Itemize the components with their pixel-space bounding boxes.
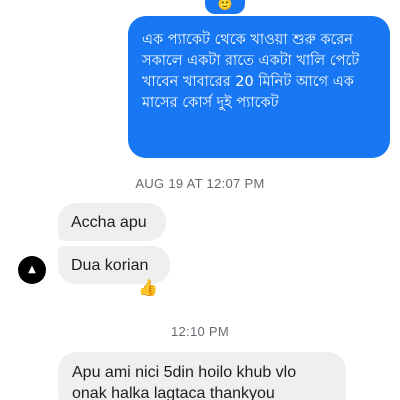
timestamp-divider: AUG 19 AT 12:07 PM [135, 176, 265, 191]
incoming-message-text: Dua korian [71, 257, 149, 274]
incoming-message-bubble[interactable]: Accha apu [58, 203, 166, 241]
smiley-icon: 🙂 [217, 0, 233, 11]
contact-avatar[interactable]: ▲ [18, 256, 46, 284]
timestamp-divider: 12:10 PM [170, 324, 230, 339]
chat-screen: 🙂 এক প্যাকেট থেকে খাওয়া শুরু করেন সকালে… [0, 0, 400, 400]
incoming-message-bubble[interactable]: Apu ami nici 5din hoilo khub vlo onak ha… [58, 352, 346, 400]
incoming-message-text: Apu ami nici 5din hoilo khub vlo onak ha… [72, 364, 297, 400]
emoji-bubble[interactable]: 🙂 [205, 0, 245, 14]
avatar-icon: ▲ [28, 264, 36, 275]
incoming-message-text: Accha apu [71, 214, 147, 231]
outgoing-message-text: এক প্যাকেট থেকে খাওয়া শুরু করেন সকালে এ… [142, 32, 360, 111]
thumbs-up-icon: 👍 [138, 278, 158, 297]
outgoing-message-bubble[interactable]: এক প্যাকেট থেকে খাওয়া শুরু করেন সকালে এ… [128, 16, 390, 158]
